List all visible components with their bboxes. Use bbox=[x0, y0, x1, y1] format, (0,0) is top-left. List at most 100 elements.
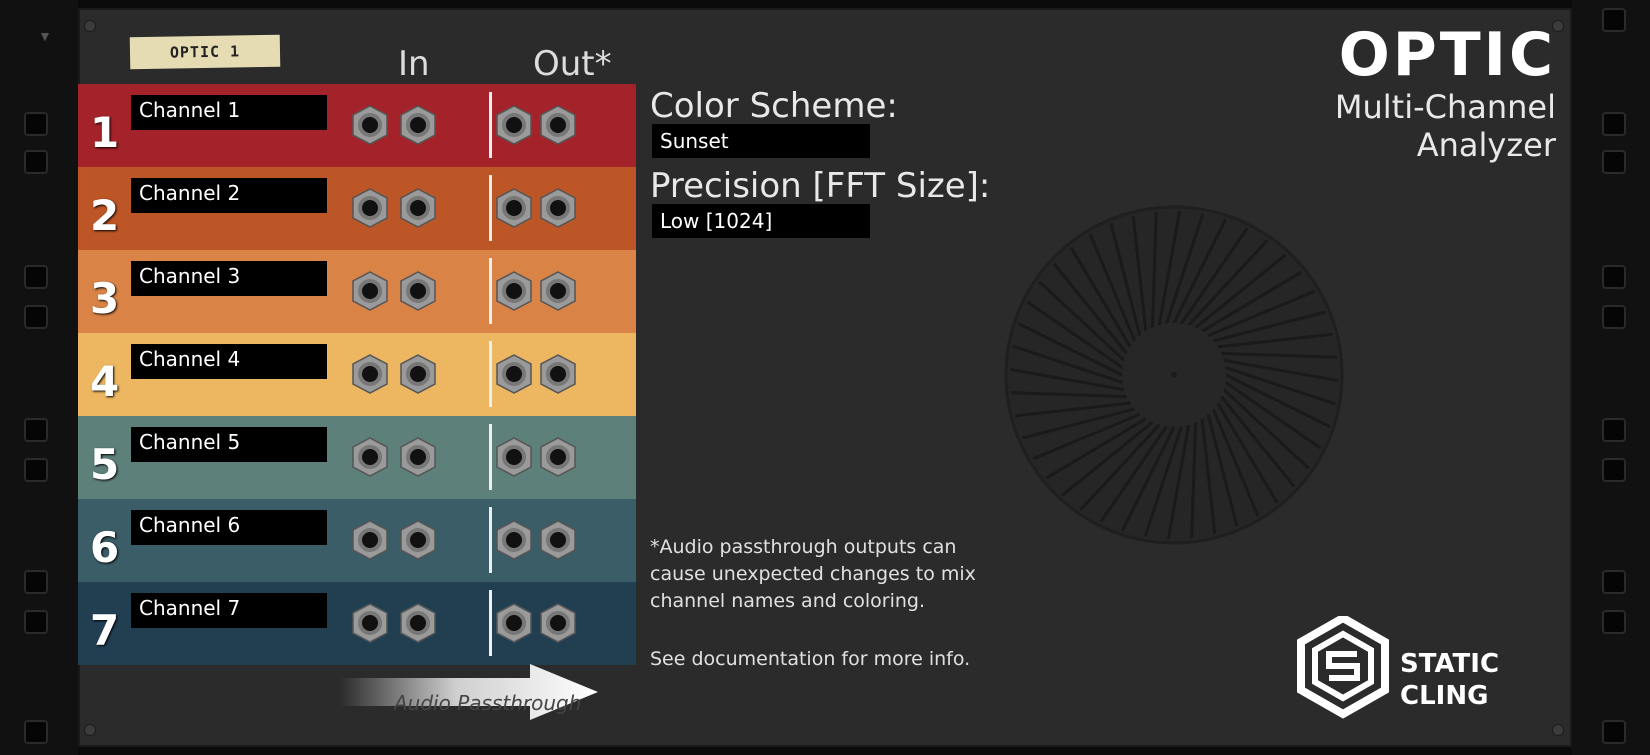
rack-hole bbox=[24, 458, 48, 482]
fold-arrow-icon[interactable]: ▼ bbox=[38, 28, 52, 44]
out-column-header: Out* bbox=[533, 44, 612, 84]
channel-name-field[interactable]: Channel 1 bbox=[131, 95, 327, 130]
subtitle-line: Multi-Channel bbox=[1334, 88, 1556, 126]
rack-hole bbox=[24, 570, 48, 594]
channel-number: 5 bbox=[90, 440, 120, 489]
output-jack-icon[interactable] bbox=[494, 354, 534, 394]
input-jack-icon[interactable] bbox=[398, 520, 438, 560]
input-jack-icon[interactable] bbox=[350, 105, 390, 145]
screw bbox=[1552, 724, 1564, 736]
passthrough-note: *Audio passthrough outputs can cause une… bbox=[650, 536, 976, 612]
in-out-divider bbox=[489, 590, 492, 656]
output-jack-icon[interactable] bbox=[538, 188, 578, 228]
input-jack-icon[interactable] bbox=[350, 354, 390, 394]
input-jack-icon[interactable] bbox=[350, 271, 390, 311]
rack-hole bbox=[1602, 720, 1626, 744]
channel-number: 1 bbox=[90, 108, 120, 157]
rack-rail-right bbox=[1572, 0, 1650, 755]
channel-name-field[interactable]: Channel 7 bbox=[131, 593, 327, 628]
rack-hole bbox=[1602, 150, 1626, 174]
rack-hole bbox=[24, 112, 48, 136]
rack-hole bbox=[24, 305, 48, 329]
rack-hole bbox=[1602, 610, 1626, 634]
in-out-divider bbox=[489, 175, 492, 241]
screw bbox=[84, 724, 96, 736]
input-jack-icon[interactable] bbox=[350, 520, 390, 560]
output-jack-icon[interactable] bbox=[538, 603, 578, 643]
passthrough-label: Audio Passthrough bbox=[394, 691, 582, 715]
precision-label: Precision [FFT Size]: bbox=[650, 166, 991, 206]
optic-logo: OPTIC bbox=[1338, 20, 1556, 90]
channel-row: 4 Channel 4 bbox=[78, 333, 636, 416]
channel-number: 7 bbox=[90, 606, 120, 655]
input-jack-icon[interactable] bbox=[398, 603, 438, 643]
input-jack-icon[interactable] bbox=[350, 603, 390, 643]
output-jack-icon[interactable] bbox=[494, 520, 534, 560]
channel-row: 1 Channel 1 bbox=[78, 84, 636, 167]
precision-select[interactable]: Low [1024] bbox=[652, 204, 870, 238]
output-jack-icon[interactable] bbox=[494, 105, 534, 145]
rack-hole bbox=[1602, 8, 1626, 32]
color-scheme-select[interactable]: Sunset bbox=[652, 124, 870, 158]
rack-rail-left: ▼ bbox=[0, 0, 78, 755]
in-out-divider bbox=[489, 92, 492, 158]
input-jack-icon[interactable] bbox=[398, 271, 438, 311]
channel-name-field[interactable]: Channel 4 bbox=[131, 344, 327, 379]
device-name-tape[interactable]: OPTIC 1 bbox=[129, 34, 281, 70]
brand-line: CLING bbox=[1400, 681, 1489, 711]
input-jack-icon[interactable] bbox=[398, 105, 438, 145]
in-out-divider bbox=[489, 258, 492, 324]
output-jack-icon[interactable] bbox=[538, 105, 578, 145]
in-out-divider bbox=[489, 507, 492, 573]
input-jack-icon[interactable] bbox=[350, 437, 390, 477]
rack-hole bbox=[24, 265, 48, 289]
output-jack-icon[interactable] bbox=[494, 437, 534, 477]
in-out-divider bbox=[489, 341, 492, 407]
color-scheme-label: Color Scheme: bbox=[650, 86, 898, 126]
channel-row: 5 Channel 5 bbox=[78, 416, 636, 499]
screw bbox=[84, 20, 96, 32]
output-jack-icon[interactable] bbox=[538, 271, 578, 311]
rack-hole bbox=[1602, 265, 1626, 289]
rack-hole bbox=[1602, 305, 1626, 329]
subtitle-line: Analyzer bbox=[1416, 126, 1556, 164]
input-jack-icon[interactable] bbox=[350, 188, 390, 228]
brand-name: STATIC CLING bbox=[1400, 648, 1499, 712]
channel-row: 3 Channel 3 bbox=[78, 250, 636, 333]
rack-hole bbox=[24, 720, 48, 744]
channel-number: 4 bbox=[90, 357, 120, 406]
channel-row: 2 Channel 2 bbox=[78, 167, 636, 250]
in-column-header: In bbox=[398, 44, 430, 84]
channel-number: 6 bbox=[90, 523, 120, 572]
output-jack-icon[interactable] bbox=[538, 437, 578, 477]
rack-hole bbox=[1602, 112, 1626, 136]
fan-vent-icon bbox=[1004, 205, 1344, 545]
output-jack-icon[interactable] bbox=[538, 354, 578, 394]
in-out-divider bbox=[489, 424, 492, 490]
output-jack-icon[interactable] bbox=[494, 603, 534, 643]
rack-hole bbox=[24, 418, 48, 442]
device-panel: OPTIC 1 In Out* 1 Channel 1 2 Channel 2 3 Cha… bbox=[78, 8, 1572, 747]
documentation-note: See documentation for more info. bbox=[650, 648, 971, 670]
output-jack-icon[interactable] bbox=[494, 188, 534, 228]
channel-name-field[interactable]: Channel 3 bbox=[131, 261, 327, 296]
channel-number: 3 bbox=[90, 274, 120, 323]
channel-number: 2 bbox=[90, 191, 120, 240]
rack-hole bbox=[24, 150, 48, 174]
input-jack-icon[interactable] bbox=[398, 188, 438, 228]
channel-name-field[interactable]: Channel 2 bbox=[131, 178, 327, 213]
channel-name-field[interactable]: Channel 6 bbox=[131, 510, 327, 545]
device-subtitle: Multi-Channel Analyzer bbox=[1335, 88, 1556, 164]
output-jack-icon[interactable] bbox=[494, 271, 534, 311]
rack-hole bbox=[1602, 458, 1626, 482]
rack-hole bbox=[1602, 418, 1626, 442]
channel-row: 7 Channel 7 bbox=[78, 582, 636, 665]
input-jack-icon[interactable] bbox=[398, 354, 438, 394]
brand-line: STATIC bbox=[1400, 649, 1500, 679]
rack-hole bbox=[24, 610, 48, 634]
rack-hole bbox=[1602, 570, 1626, 594]
input-jack-icon[interactable] bbox=[398, 437, 438, 477]
channel-name-field[interactable]: Channel 5 bbox=[131, 427, 327, 462]
channel-row: 6 Channel 6 bbox=[78, 499, 636, 582]
output-jack-icon[interactable] bbox=[538, 520, 578, 560]
